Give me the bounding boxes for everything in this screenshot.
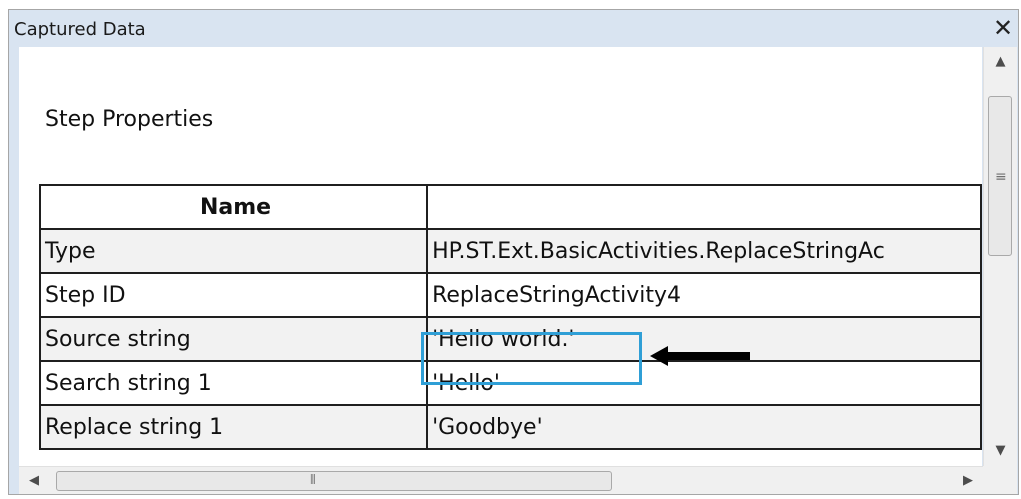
scrollbar-corner (983, 466, 1017, 494)
content-pane: Step Properties Name Type HP.ST.Ext.Basi… (19, 47, 982, 466)
table-row[interactable]: Type HP.ST.Ext.BasicActivities.ReplaceSt… (38, 228, 982, 274)
scroll-up-icon[interactable]: ▲ (984, 47, 1017, 77)
section-title: Step Properties (45, 107, 214, 132)
property-name: Step ID (38, 272, 429, 318)
property-name: Replace string 1 (38, 404, 429, 450)
horizontal-scrollbar[interactable]: ◀ ⦀ ▶ (19, 466, 983, 494)
scroll-left-icon[interactable]: ◀ (19, 467, 49, 495)
scroll-down-icon[interactable]: ▼ (984, 436, 1017, 466)
table-header-row: Name (38, 184, 982, 230)
property-name: Search string 1 (38, 360, 429, 406)
table-row[interactable]: Replace string 1 'Goodbye' (38, 404, 982, 450)
column-header-name[interactable]: Name (38, 184, 429, 230)
property-name: Source string (38, 316, 429, 362)
table-row[interactable]: Search string 1 'Hello' (38, 360, 982, 406)
property-value: 'Goodbye' (426, 404, 982, 450)
table-row[interactable]: Step ID ReplaceStringActivity4 (38, 272, 982, 318)
property-value: HP.ST.Ext.BasicActivities.ReplaceStringA… (426, 228, 982, 274)
column-header-value[interactable] (426, 184, 982, 230)
title-bar: Captured Data ✕ (9, 10, 1018, 48)
vertical-scrollbar[interactable]: ▲ ≡ ▼ (983, 47, 1017, 466)
close-icon[interactable]: ✕ (990, 15, 1016, 41)
vertical-scroll-thumb[interactable]: ≡ (988, 96, 1012, 256)
grip-icon: ≡ (995, 169, 1007, 185)
properties-table: Name Type HP.ST.Ext.BasicActivities.Repl… (38, 184, 982, 450)
scroll-right-icon[interactable]: ▶ (953, 467, 983, 495)
grip-icon: ⦀ (310, 473, 316, 488)
property-name: Type (38, 228, 429, 274)
window-title: Captured Data (14, 19, 146, 40)
arrow-icon (650, 346, 750, 366)
property-value: ReplaceStringActivity4 (426, 272, 982, 318)
table-row[interactable]: Source string 'Hello world.' (38, 316, 982, 362)
horizontal-scroll-thumb[interactable]: ⦀ (56, 471, 612, 491)
captured-data-window: Captured Data ✕ Step Properties Name Typ… (8, 9, 1019, 495)
property-value: 'Hello' (426, 360, 982, 406)
